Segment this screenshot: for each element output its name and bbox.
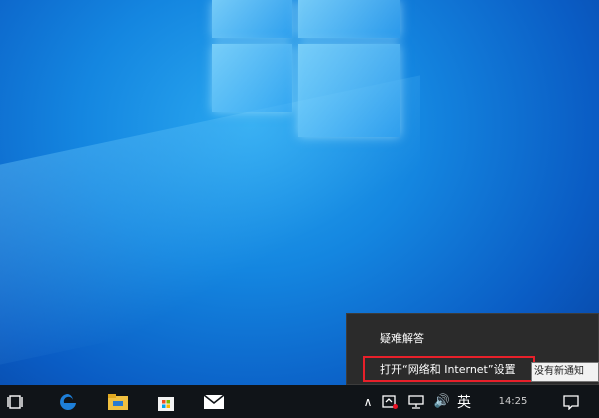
action-center-button[interactable] [556, 385, 586, 418]
clock[interactable]: 14:25 [478, 385, 548, 418]
logo-pane-top-right [298, 0, 400, 38]
file-explorer-button[interactable] [102, 385, 134, 418]
logo-pane-bottom-left [212, 44, 292, 112]
highlight-annotation [363, 356, 535, 382]
store-icon [158, 396, 174, 411]
network-button[interactable] [406, 385, 426, 418]
volume-icon: 🔊 [433, 394, 451, 409]
edge-icon [60, 393, 76, 410]
task-view-button[interactable] [0, 385, 30, 418]
logo-pane-bottom-right [298, 44, 400, 137]
menu-item-troubleshoot[interactable]: 疑难解答 [347, 328, 599, 350]
notification-tooltip: 没有新通知 [531, 362, 599, 382]
mail-icon [203, 393, 225, 409]
windows-logo [212, 0, 400, 137]
mail-button[interactable] [198, 385, 230, 418]
network-troubleshoot-button[interactable] [378, 385, 400, 418]
input-language-button[interactable]: 英 [454, 385, 474, 418]
taskbar: ∧ 🔊 英 14:25 [0, 385, 599, 418]
notification-icon [563, 394, 579, 410]
show-hidden-icons-button[interactable]: ∧ [360, 385, 376, 418]
volume-button[interactable]: 🔊 [430, 385, 454, 418]
store-button[interactable] [150, 385, 182, 418]
error-dot-icon [393, 404, 398, 409]
edge-button[interactable] [52, 385, 84, 418]
task-view-icon [7, 394, 23, 409]
logo-pane-top-left [212, 0, 292, 38]
file-explorer-icon [108, 393, 128, 410]
network-icon [408, 394, 424, 409]
